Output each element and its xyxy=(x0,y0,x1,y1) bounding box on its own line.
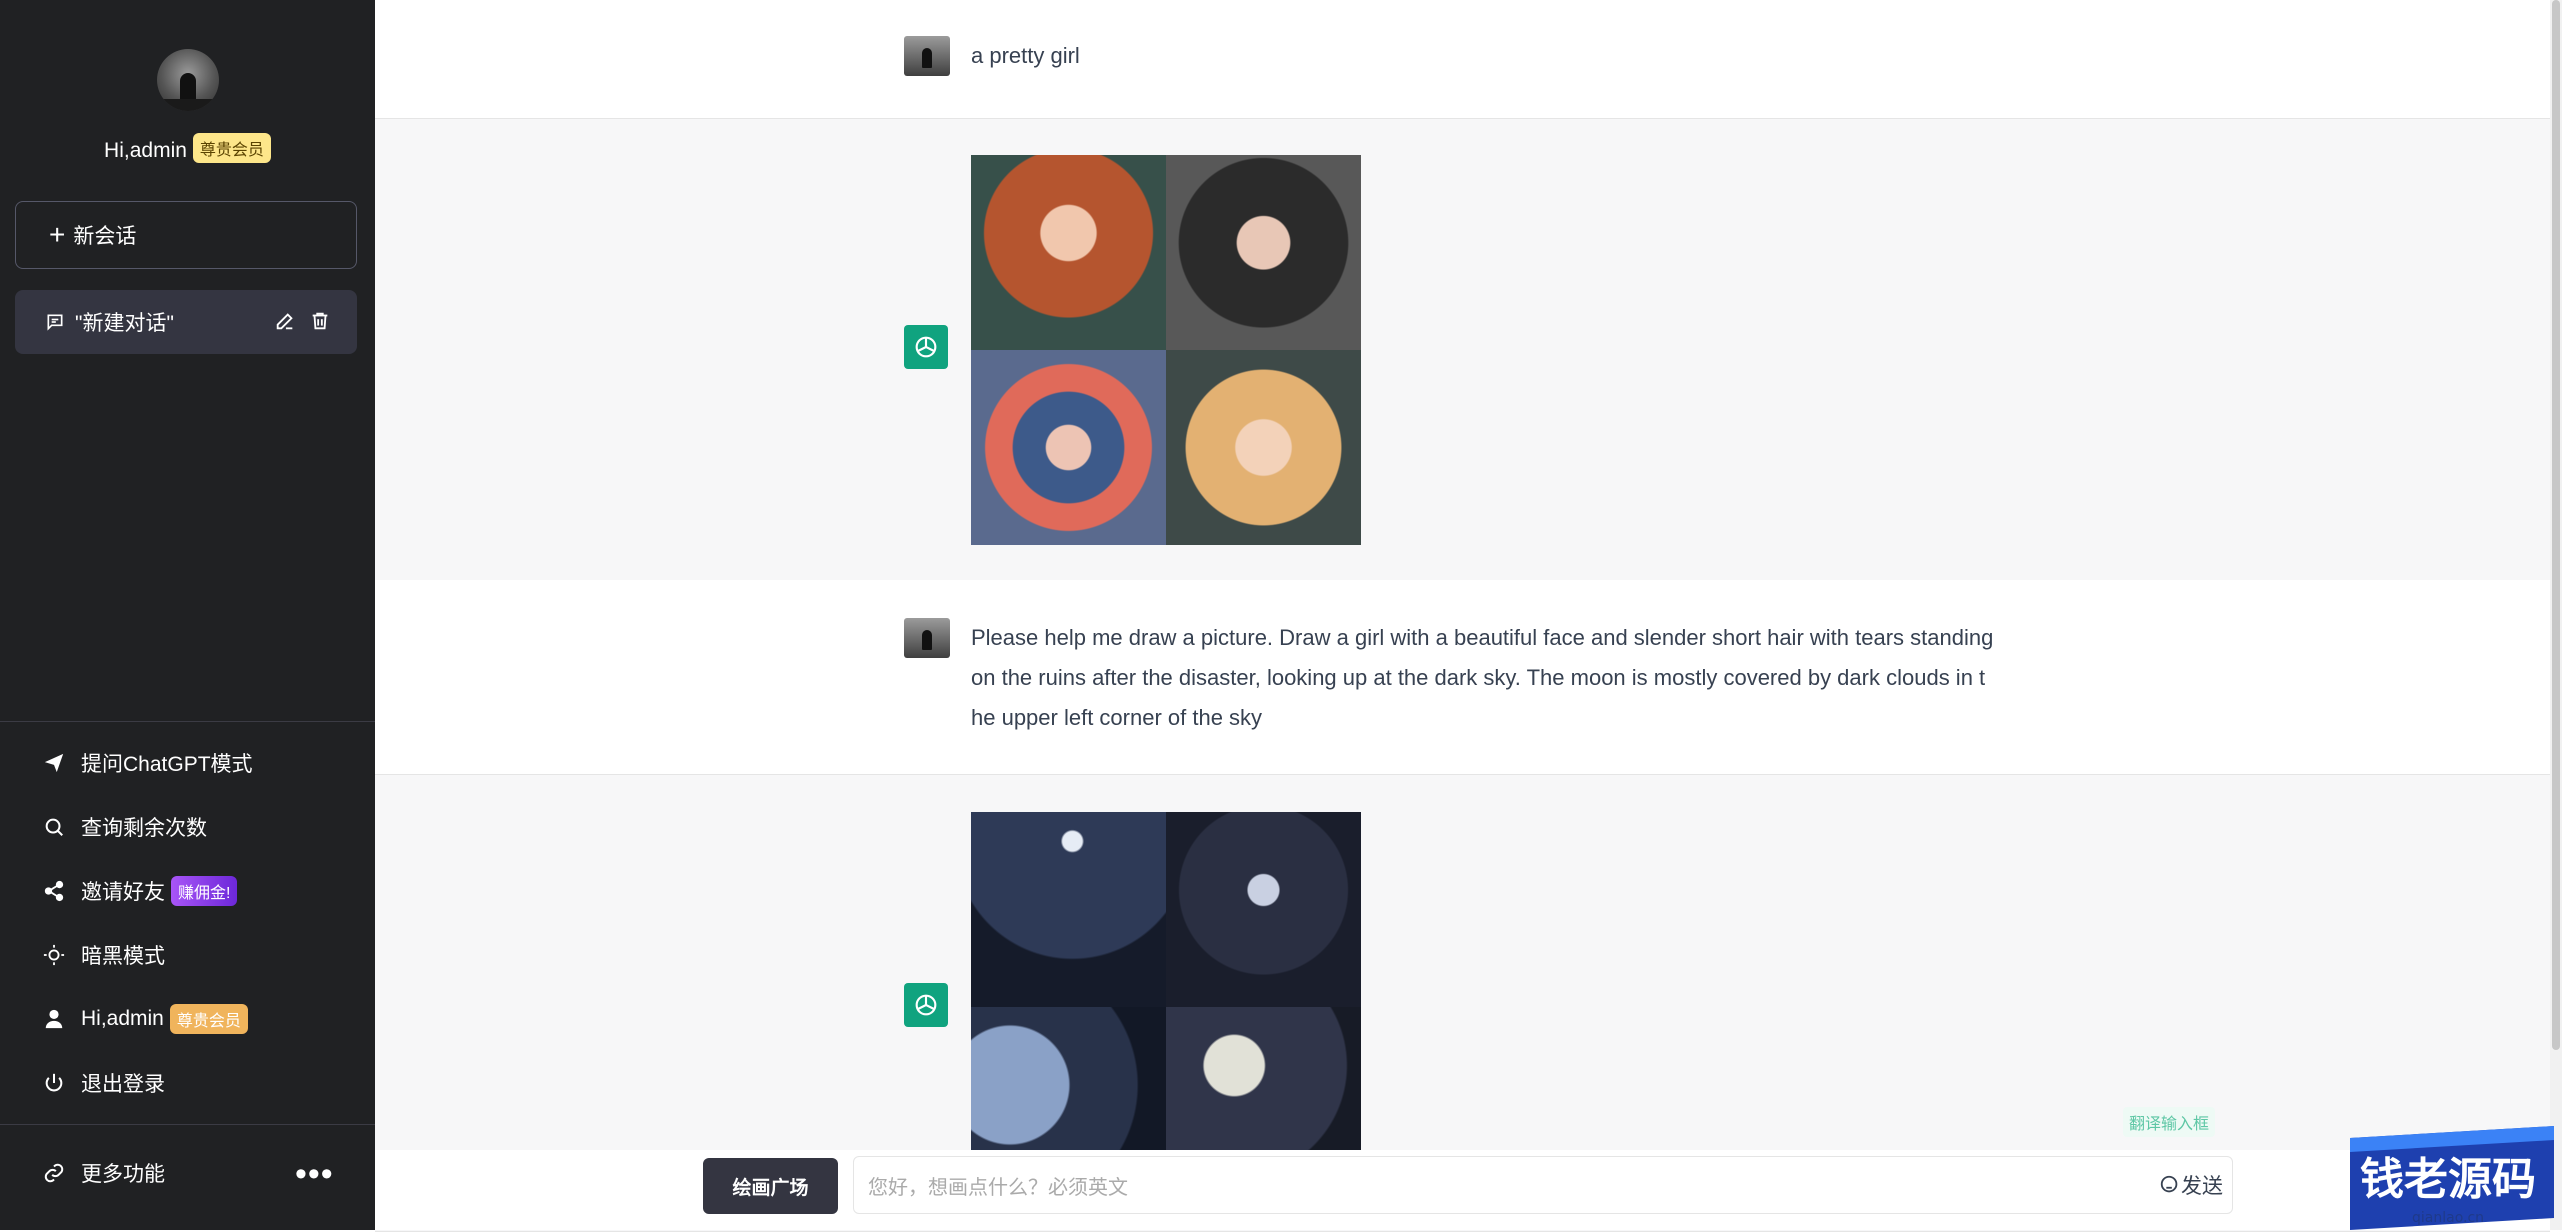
new-chat-button[interactable]: + 新会话 xyxy=(15,201,357,269)
draw-plaza-button[interactable]: 绘画广场 xyxy=(703,1158,838,1214)
power-icon xyxy=(45,1073,63,1092)
avatar[interactable] xyxy=(157,49,219,111)
user-message-row: a pretty girl xyxy=(375,0,2550,118)
greeting-text: Hi,admin xyxy=(104,139,187,162)
chat-bubble-icon xyxy=(47,314,63,331)
generated-image[interactable] xyxy=(1166,812,1361,1007)
menu-item-profile[interactable]: Hi,admin 尊贵会员 xyxy=(43,1004,248,1034)
translate-input-button[interactable]: 翻译输入框 xyxy=(2123,1107,2216,1137)
menu-label: 邀请好友 xyxy=(81,881,165,904)
watermark-domain: qianlao.cn xyxy=(2412,1210,2484,1226)
more-options-icon[interactable]: ••• xyxy=(295,1157,334,1191)
user-greeting: Hi,admin 尊贵会员 xyxy=(0,133,375,163)
plus-icon: + xyxy=(49,219,66,250)
generated-image[interactable] xyxy=(1166,350,1361,545)
sidebar-divider xyxy=(0,721,375,722)
watermark-text: 钱老源码 xyxy=(2360,1154,2536,1205)
conversation-item[interactable]: "新建对话" xyxy=(15,290,357,354)
chatgpt-logo-icon xyxy=(904,983,948,1027)
message-line: he upper left corner of the sky xyxy=(971,705,1263,730)
user-message-text: a pretty girl xyxy=(971,43,1080,68)
edit-icon[interactable] xyxy=(274,310,296,332)
user-message-row: Please help me draw a picture. Draw a gi… xyxy=(375,580,2550,774)
sidebar: Hi,admin 尊贵会员 + 新会话 "新建对话" 提问ChatGPT模式 查询… xyxy=(0,0,375,1230)
prompt-input[interactable]: 您好，想画点什么？必须英文 xyxy=(853,1156,2233,1214)
user-avatar xyxy=(904,618,950,658)
conversation-title: "新建对话" xyxy=(75,312,174,335)
menu-item-logout[interactable]: 退出登录 xyxy=(43,1068,165,1098)
send-button[interactable]: 发送 xyxy=(2159,1170,2223,1200)
menu-label: 查询剩余次数 xyxy=(81,817,207,840)
menu-item-invite-friends[interactable]: 邀请好友 赚佣金! xyxy=(43,876,238,906)
message-line: on the ruins after the disaster, looking… xyxy=(971,665,1986,690)
vip-badge: 尊贵会员 xyxy=(169,1004,248,1034)
chatgpt-logo-icon xyxy=(904,325,948,369)
sidebar-divider xyxy=(0,1124,375,1125)
menu-item-more-features[interactable]: 更多功能 xyxy=(43,1158,165,1188)
sun-icon xyxy=(43,944,65,966)
generated-image-grid[interactable] xyxy=(971,812,1361,1202)
new-chat-label: 新会话 xyxy=(73,225,137,248)
send-label: 发送 xyxy=(2181,1175,2223,1198)
generated-image[interactable] xyxy=(971,155,1166,350)
generated-image[interactable] xyxy=(971,350,1166,545)
vip-badge: 尊贵会员 xyxy=(192,133,271,163)
menu-label: 退出登录 xyxy=(81,1073,165,1096)
watermark-logo: 钱老源码 qianlao.cn xyxy=(2350,1126,2554,1230)
earn-badge: 赚佣金! xyxy=(171,876,238,906)
menu-label: 暗黑模式 xyxy=(81,945,165,968)
user-icon xyxy=(45,1009,63,1029)
generated-image[interactable] xyxy=(1166,155,1361,350)
search-icon xyxy=(45,818,63,836)
menu-label: Hi,admin xyxy=(81,1007,164,1030)
menu-item-ask-chatgpt[interactable]: 提问ChatGPT模式 xyxy=(43,748,253,778)
link-icon xyxy=(44,1163,64,1183)
trash-icon[interactable] xyxy=(309,310,331,332)
assistant-message-row xyxy=(375,118,2550,582)
generated-image-grid[interactable] xyxy=(971,155,1361,545)
menu-label: 提问ChatGPT模式 xyxy=(81,753,253,776)
menu-item-dark-mode[interactable]: 暗黑模式 xyxy=(43,940,165,970)
share-icon xyxy=(44,880,64,902)
user-message-text: Please help me draw a picture. Draw a gi… xyxy=(971,618,1993,738)
menu-item-query-remaining[interactable]: 查询剩余次数 xyxy=(43,812,207,842)
message-line: Please help me draw a picture. Draw a gi… xyxy=(971,625,1994,650)
menu-label: 更多功能 xyxy=(81,1163,165,1186)
send-icon xyxy=(44,753,64,773)
send-icon xyxy=(2160,1175,2178,1193)
user-avatar xyxy=(904,36,950,76)
generated-image[interactable] xyxy=(971,812,1166,1007)
scrollbar-thumb[interactable] xyxy=(2552,0,2560,1050)
